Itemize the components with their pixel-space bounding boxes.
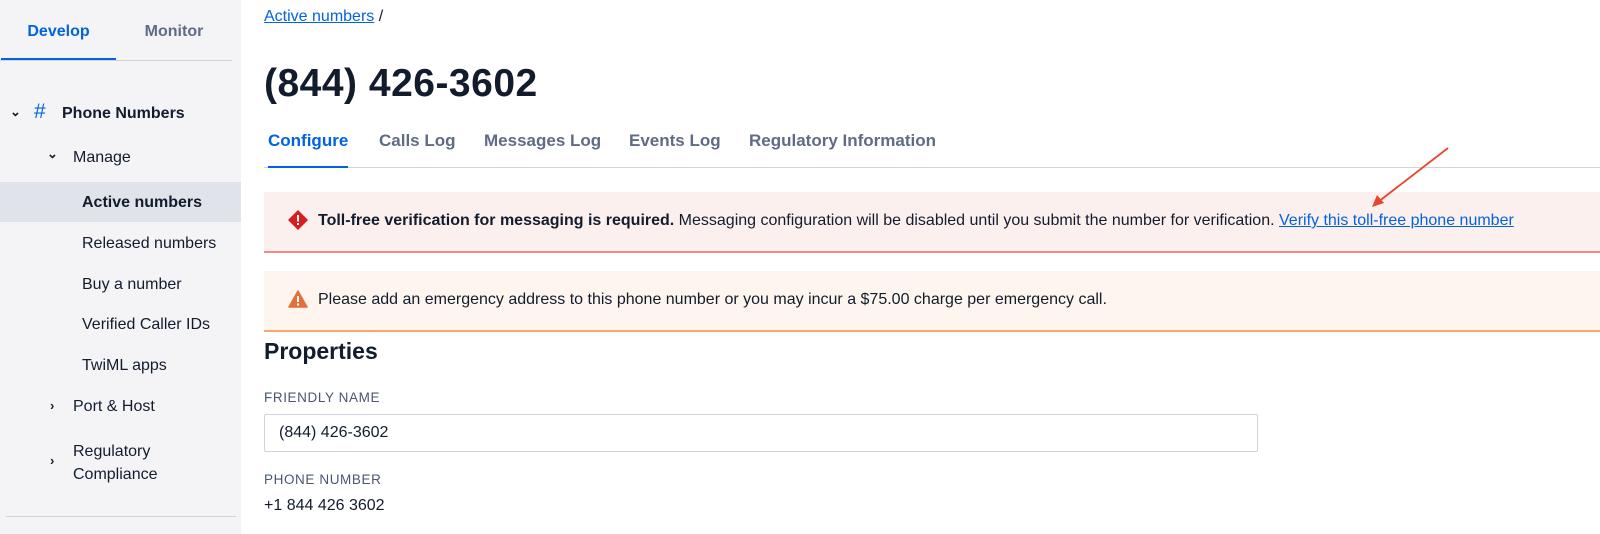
tab-events-log[interactable]: Events Log [629, 123, 721, 166]
sidebar-item-label: Buy a number [82, 276, 182, 293]
sidebar-item-verified-caller-ids[interactable]: Verified Caller IDs [0, 313, 241, 339]
sidebar-item-buy-a-number[interactable]: Buy a number [0, 273, 241, 299]
sidebar-item-manage[interactable]: ⌄ Manage [0, 146, 241, 172]
sidebar-item-label: Regulatory [73, 443, 151, 460]
sidebar-item-label: TwiML apps [82, 357, 167, 374]
sidebar-item-label: Released numbers [82, 235, 217, 252]
sidebar-item-twiml-apps[interactable]: TwiML apps [0, 354, 241, 380]
verify-toll-free-link[interactable]: Verify this toll-free phone number [1279, 212, 1514, 229]
error-alert-body: Messaging configuration will be disabled… [674, 212, 1279, 229]
sidebar-item-label: Manage [73, 149, 131, 166]
warning-triangle-icon [288, 290, 308, 308]
tab-configure[interactable]: Configure [268, 123, 348, 168]
error-alert-title: Toll-free verification for messaging is … [318, 212, 675, 229]
friendly-name-label: FRIENDLY NAME [264, 390, 381, 405]
sidebar: Develop Monitor ⌄ # Phone Numbers ⌄ Mana… [0, 0, 241, 534]
breadcrumb: Active numbers / [264, 8, 383, 26]
sidebar-item-label: Port & Host [73, 398, 155, 415]
chevron-right-icon: › [50, 398, 55, 413]
sidebar-item-regulatory-compliance[interactable]: › Regulatory Compliance [0, 440, 241, 488]
warning-alert: Please add an emergency address to this … [264, 271, 1600, 332]
sidebar-item-label: Compliance [73, 466, 158, 483]
sidebar-item-label: Phone Numbers [62, 105, 185, 122]
sidebar-item-released-numbers[interactable]: Released numbers [0, 232, 241, 258]
breadcrumb-active-numbers-link[interactable]: Active numbers [264, 8, 374, 25]
sidebar-item-label: Verified Caller IDs [82, 316, 211, 333]
hash-icon: # [34, 100, 46, 123]
sidebar-item-label: Active numbers [82, 194, 203, 211]
phone-number-label: PHONE NUMBER [264, 472, 382, 487]
tab-monitor[interactable]: Monitor [116, 0, 232, 58]
sidebar-divider [6, 516, 236, 517]
tab-develop[interactable]: Develop [1, 0, 116, 60]
chevron-right-icon: › [50, 453, 55, 468]
properties-heading: Properties [264, 338, 378, 364]
phone-number-value: +1 844 426 3602 [264, 497, 385, 514]
error-alert-message: Toll-free verification for messaging is … [318, 212, 1514, 230]
chevron-down-icon: ⌄ [10, 104, 21, 119]
tab-messages-log[interactable]: Messages Log [484, 123, 601, 166]
friendly-name-input[interactable] [264, 414, 1258, 452]
tab-regulatory-information[interactable]: Regulatory Information [749, 123, 936, 166]
page-title: (844) 426-3602 [264, 62, 538, 105]
sidebar-tabs: Develop Monitor [0, 0, 232, 61]
sidebar-item-active-numbers[interactable]: Active numbers [0, 182, 241, 222]
warning-alert-message: Please add an emergency address to this … [318, 291, 1107, 308]
chevron-down-icon: ⌄ [47, 146, 58, 161]
tab-calls-log[interactable]: Calls Log [379, 123, 456, 166]
sidebar-item-phone-numbers[interactable]: ⌄ # Phone Numbers [0, 100, 241, 128]
sidebar-item-port-host[interactable]: › Port & Host [0, 395, 241, 421]
error-diamond-icon [288, 210, 308, 230]
annotation-arrow-icon [1372, 147, 1449, 207]
breadcrumb-separator: / [378, 8, 384, 25]
